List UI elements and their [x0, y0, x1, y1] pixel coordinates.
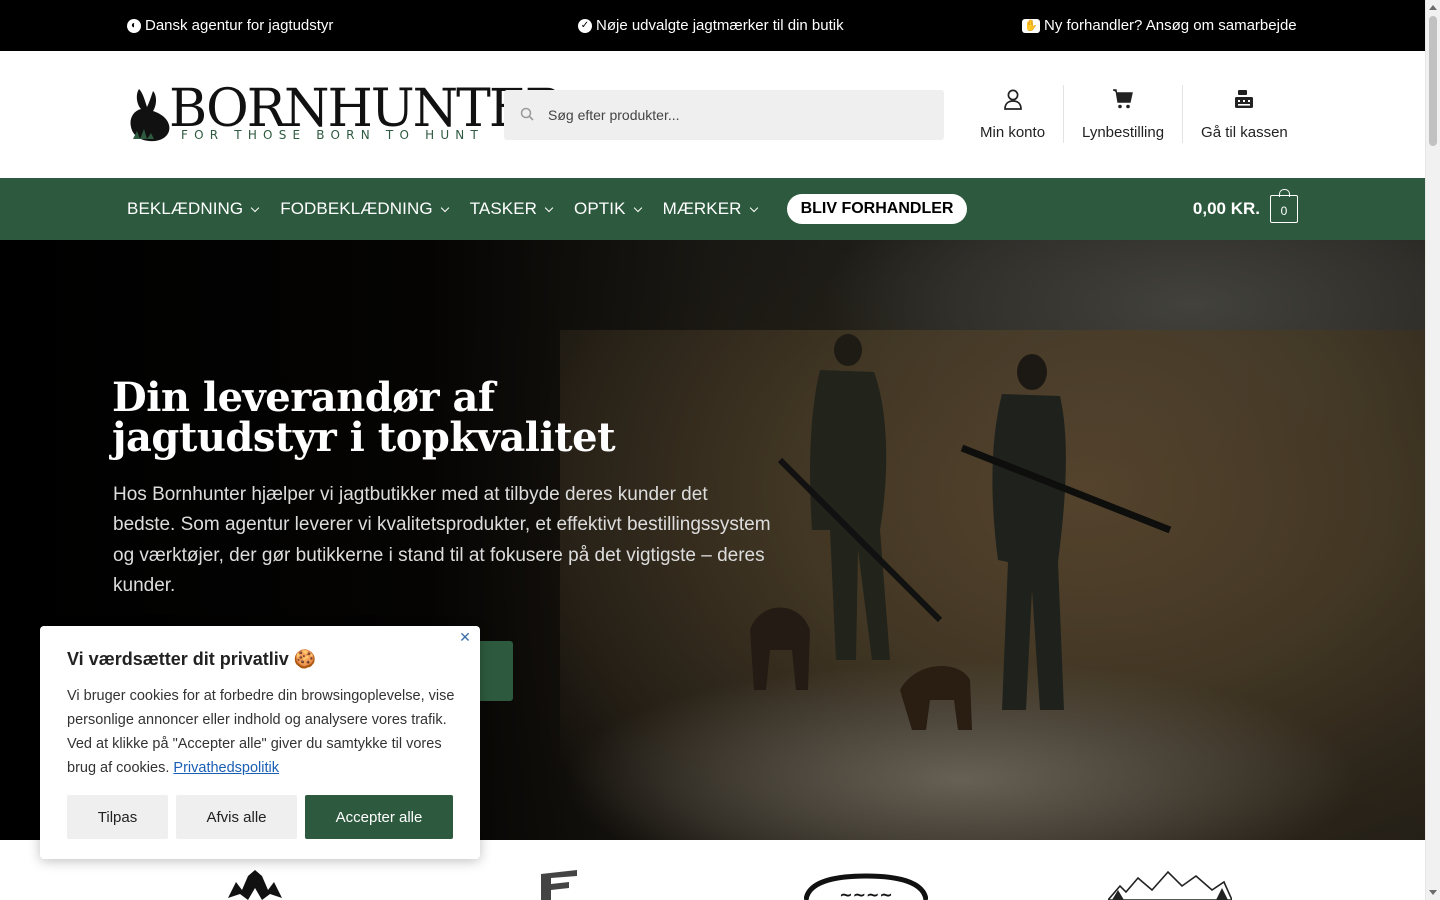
rabbit-logo-icon	[130, 89, 170, 142]
cookie-text: Vi bruger cookies for at forbedre din br…	[67, 684, 462, 780]
scrollbar-thumb[interactable]	[1429, 16, 1437, 146]
cart-icon	[1113, 89, 1133, 109]
account-label: Min konto	[980, 124, 1046, 141]
topbar: ◐ Dansk agentur for jagtudstyr ✓ Nøje ud…	[0, 0, 1425, 51]
brand-logo-antler[interactable]	[226, 870, 284, 900]
nav-item-label: MÆRKER	[662, 199, 742, 218]
hero-title: Din leverandør af jagtudstyr i topkvalit…	[112, 378, 732, 458]
cookie-consent-dialog: ✕ Vi værdsætter dit privatliv 🍪 Vi bruge…	[40, 626, 480, 859]
nav-item-bags[interactable]: TASKER	[469, 199, 554, 219]
mini-cart[interactable]: 0,00 KR. 0	[1192, 189, 1298, 223]
check-circle-icon: ✓	[578, 18, 592, 33]
chevron-down-icon	[440, 203, 449, 212]
topbar-text-brands: Nøje udvalgte jagtmærker til din butik	[596, 17, 844, 34]
nav-menu: BEKLÆDNING FODBEKLÆDNING TASKER OPTIK MÆ…	[127, 178, 968, 240]
hunters-image	[750, 334, 1172, 730]
nav-item-footwear[interactable]: FODBEKLÆDNING	[280, 199, 449, 219]
topbar-item-brands: ✓ Nøje udvalgte jagtmærker til din butik	[578, 17, 844, 34]
handshake-icon: ✋	[1022, 18, 1040, 33]
main-nav: BEKLÆDNING FODBEKLÆDNING TASKER OPTIK MÆ…	[0, 178, 1425, 240]
cart-count: 0	[1280, 204, 1288, 218]
site-header: BORNHUNTER FOR THOSE BORN TO HUNT Min ko…	[0, 51, 1425, 178]
site-logo[interactable]: BORNHUNTER FOR THOSE BORN TO HUNT	[127, 79, 564, 145]
chevron-down-icon	[633, 203, 642, 212]
hero-body: Hos Bornhunter hjælper vi jagtbutikker m…	[113, 484, 771, 596]
search-icon	[520, 107, 534, 121]
reject-all-button[interactable]: Afvis alle	[176, 795, 297, 839]
scroll-up-arrow-icon[interactable]	[1429, 5, 1437, 10]
cookie-title: Vi værdsætter dit privatliv 🍪	[67, 649, 317, 669]
topbar-text-dealer[interactable]: Ny forhandler? Ansøg om samarbejde	[1044, 17, 1297, 34]
account-link[interactable]: Min konto	[960, 85, 1063, 143]
nav-item-optics[interactable]: OPTIK	[574, 199, 642, 219]
brand-logo-oval[interactable]: ~~~~	[804, 870, 928, 900]
topbar-item-dealer[interactable]: ✋ Ny forhandler? Ansøg om samarbejde	[1022, 17, 1297, 34]
brand-logo-mountain[interactable]	[1108, 870, 1232, 900]
checkout-label: Gå til kassen	[1201, 124, 1288, 141]
cart-amount: 0,00 KR.	[1192, 199, 1260, 218]
header-links: Min konto Lynbestilling Gå til kassen	[960, 85, 1306, 143]
logo-tagline: FOR THOSE BORN TO HUNT	[181, 128, 485, 142]
hero-title-line2: jagtudstyr i topkvalitet	[112, 414, 616, 461]
topbar-text-agency: Dansk agentur for jagtudstyr	[145, 17, 334, 34]
quick-order-link[interactable]: Lynbestilling	[1063, 85, 1182, 143]
nav-item-label: BEKLÆDNING	[127, 199, 244, 218]
become-dealer-button[interactable]: BLIV FORHANDLER	[786, 194, 968, 224]
page-scrollbar[interactable]	[1425, 0, 1440, 900]
globe-icon: ◐	[127, 18, 141, 33]
accept-all-button[interactable]: Accepter alle	[305, 795, 453, 839]
chevron-down-icon	[749, 203, 758, 212]
chevron-down-icon	[544, 203, 554, 212]
chevron-down-icon	[251, 203, 260, 212]
scroll-down-arrow-icon[interactable]	[1429, 890, 1437, 895]
svg-text:~~~~: ~~~~	[839, 885, 893, 900]
checkout-link[interactable]: Gå til kassen	[1182, 85, 1306, 143]
quick-order-label: Lynbestilling	[1082, 124, 1165, 141]
user-icon	[1003, 89, 1022, 110]
nav-item-label: OPTIK	[574, 199, 626, 218]
page: ◐ Dansk agentur for jagtudstyr ✓ Nøje ud…	[0, 0, 1425, 900]
privacy-policy-link[interactable]: Privathedspolitik	[173, 760, 279, 776]
cash-register-icon	[1235, 90, 1254, 108]
search-input[interactable]	[548, 90, 928, 140]
brand-logo-blade[interactable]	[539, 870, 579, 900]
close-icon[interactable]: ✕	[458, 630, 472, 644]
nav-item-brands[interactable]: MÆRKER	[662, 199, 758, 219]
customize-button[interactable]: Tilpas	[67, 795, 168, 839]
topbar-item-agency: ◐ Dansk agentur for jagtudstyr	[127, 17, 333, 34]
cart-bag-icon: 0	[1270, 189, 1298, 223]
nav-item-label: FODBEKLÆDNING	[280, 199, 433, 218]
nav-item-clothing[interactable]: BEKLÆDNING	[127, 199, 260, 219]
nav-item-label: TASKER	[469, 199, 538, 218]
search-bar	[504, 90, 944, 140]
